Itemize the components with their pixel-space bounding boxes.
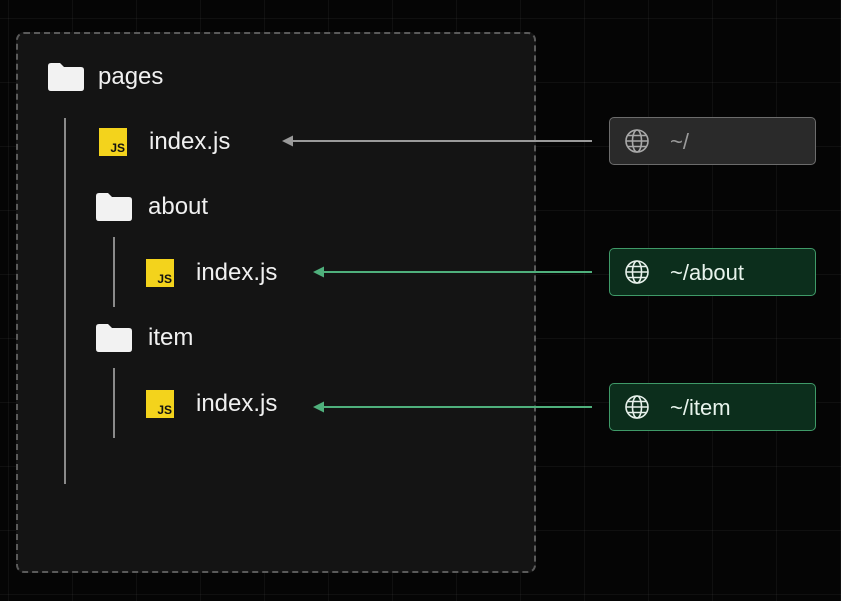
route-item: ~/item	[609, 383, 816, 431]
globe-icon	[625, 395, 649, 419]
route-path: ~/	[670, 129, 689, 154]
globe-icon	[625, 129, 649, 153]
arrow-item	[313, 401, 592, 413]
globe-icon	[625, 260, 649, 284]
arrow-root	[282, 135, 592, 147]
route-root: ~/	[609, 117, 816, 165]
route-path: ~/item	[670, 395, 731, 420]
route-path: ~/about	[670, 260, 745, 285]
route-arrows	[282, 135, 592, 413]
route-about: ~/about	[609, 248, 816, 296]
arrow-about	[313, 266, 592, 278]
